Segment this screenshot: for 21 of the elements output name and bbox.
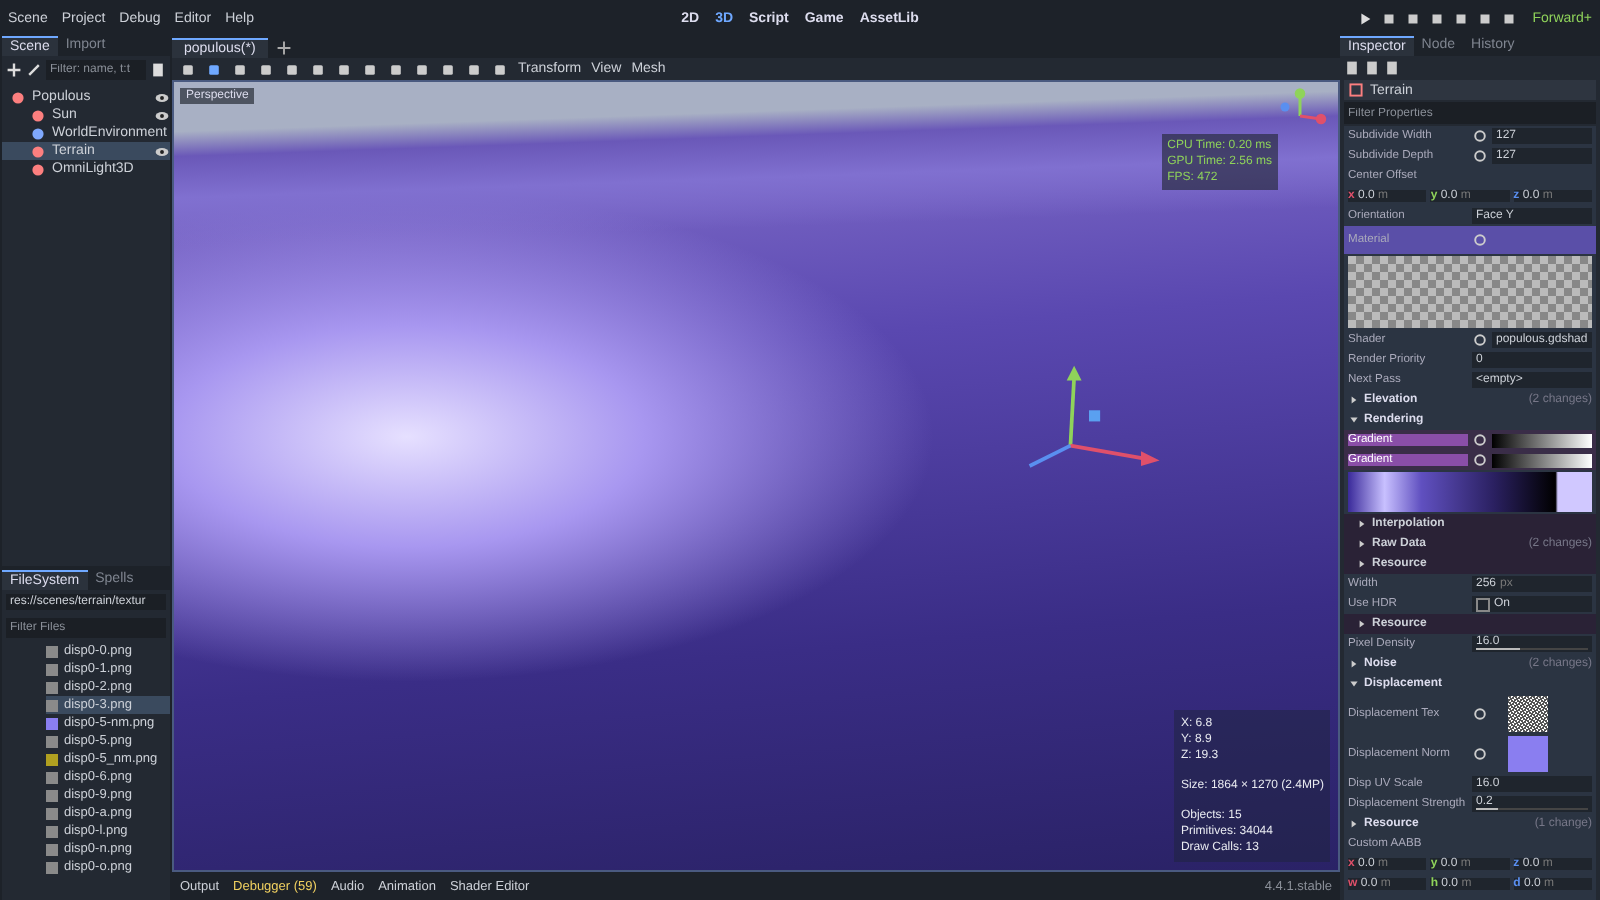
revert-icon[interactable] [1472, 746, 1488, 762]
add-icon[interactable] [6, 62, 22, 78]
visibility-icon[interactable] [154, 89, 170, 105]
visibility-icon[interactable] [154, 143, 170, 159]
caret-icon[interactable] [1348, 818, 1360, 830]
revert-icon[interactable] [1472, 432, 1488, 448]
caret-icon[interactable] [1356, 618, 1368, 630]
checkbox[interactable] [1476, 597, 1490, 611]
gradient-preview[interactable] [1492, 453, 1592, 467]
visibility-icon[interactable] [154, 107, 170, 123]
revert-icon[interactable] [1472, 332, 1488, 348]
revert-icon[interactable] [1472, 452, 1488, 468]
texture-thumbnail[interactable] [1508, 696, 1548, 732]
revert-icon[interactable] [1472, 148, 1488, 164]
gradient-preview[interactable] [1492, 433, 1592, 447]
add-tab-icon[interactable] [275, 39, 292, 55]
gradient-editor[interactable] [1348, 472, 1592, 512]
revert-icon[interactable] [1472, 706, 1488, 722]
texture-thumbnail[interactable] [1508, 736, 1548, 772]
revert-icon[interactable] [1472, 232, 1488, 248]
revert-icon[interactable] [1472, 128, 1488, 144]
